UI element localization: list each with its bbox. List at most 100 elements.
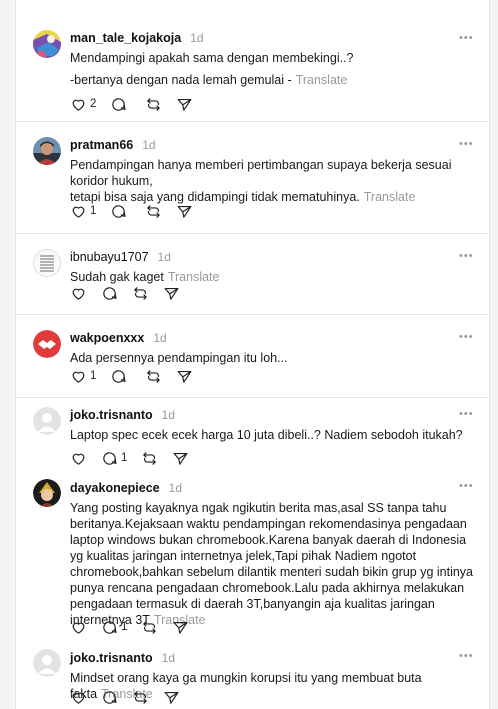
username[interactable]: dayakonepiece — [70, 481, 160, 495]
comment-icon — [112, 369, 126, 383]
repost-icon — [143, 620, 157, 634]
reply-feed: man_tale_kojakoja 1d Mendampingi apakah … — [15, 0, 490, 709]
send-icon — [177, 98, 192, 111]
like-button[interactable]: 1 — [70, 368, 96, 385]
post-time: 1d — [161, 408, 176, 422]
share-button[interactable] — [172, 619, 189, 636]
send-icon — [177, 205, 192, 218]
reply-post: dayakonepiece 1d Yang posting kayaknya n… — [16, 473, 489, 644]
like-button[interactable] — [70, 285, 87, 302]
repost-icon — [147, 369, 161, 383]
person-photo-avatar[interactable] — [33, 137, 61, 165]
send-icon — [164, 691, 179, 704]
post-line: Mendampingi apakah sama dengan membeking… — [70, 51, 354, 65]
repost-button[interactable] — [141, 450, 158, 467]
username[interactable]: ibnubayu1707 — [70, 250, 149, 264]
reply-button[interactable] — [101, 285, 118, 302]
share-button[interactable] — [172, 450, 189, 467]
heart-icon — [72, 692, 85, 704]
heart-icon — [72, 288, 85, 300]
more-options-icon[interactable]: ••• — [459, 649, 473, 663]
default-user-avatar[interactable] — [33, 649, 61, 677]
post-line: Ada persennya pendampingan itu loh... — [70, 351, 288, 365]
repost-button[interactable] — [132, 285, 149, 302]
like-button[interactable] — [70, 689, 87, 706]
repost-button[interactable] — [145, 368, 162, 385]
post-line: Yang posting kayaknya ngak ngikutin beri… — [70, 501, 474, 627]
translate-link[interactable]: Translate — [296, 73, 348, 87]
share-button[interactable] — [176, 368, 193, 385]
share-button[interactable] — [163, 285, 180, 302]
comment-icon — [112, 204, 126, 218]
reply-button[interactable] — [110, 203, 127, 220]
repost-icon — [134, 286, 147, 300]
handshake-logo-avatar[interactable] — [33, 330, 61, 358]
repost-button[interactable] — [145, 203, 162, 220]
like-count: 1 — [90, 205, 97, 217]
post-text: Pendampingan hanya memberi pertimbangan … — [70, 157, 473, 205]
translate-link[interactable]: Translate — [364, 190, 416, 204]
reply-button[interactable]: 1 — [101, 450, 127, 467]
post-time: 1d — [157, 250, 171, 264]
like-button[interactable] — [70, 450, 87, 467]
like-button[interactable]: 1 — [70, 203, 96, 220]
heart-icon — [72, 371, 85, 383]
reply-post: man_tale_kojakoja 1d Mendampingi apakah … — [16, 0, 489, 122]
share-button[interactable] — [176, 203, 193, 220]
anime-character-avatar[interactable] — [33, 479, 61, 507]
send-icon — [173, 452, 188, 465]
post-line: Sudah gak kaget — [70, 270, 164, 284]
like-count: 2 — [90, 98, 97, 110]
post-time: 1d — [161, 651, 176, 665]
reply-button[interactable] — [101, 689, 118, 706]
send-icon — [177, 370, 192, 383]
post-line: -bertanya dengan nada lemah gemulai - — [70, 73, 292, 87]
repost-button[interactable] — [141, 619, 158, 636]
striped-pattern-avatar[interactable] — [33, 249, 61, 277]
comment-icon — [103, 620, 117, 634]
post-text: Ada persennya pendampingan itu loh... — [70, 350, 473, 366]
post-text: Sudah gak kaget Translate — [70, 269, 473, 285]
post-time: 1d — [142, 138, 156, 152]
like-button[interactable]: 2 — [70, 96, 96, 113]
reply-count: 1 — [121, 452, 128, 464]
repost-button[interactable] — [132, 689, 149, 706]
reply-button[interactable]: 1 — [101, 619, 127, 636]
colorful-painting-avatar[interactable] — [33, 30, 61, 58]
repost-icon — [147, 204, 161, 218]
post-time: 1d — [153, 331, 167, 345]
reply-post: joko.trisnanto 1d Mindset orang kaya ga … — [16, 644, 489, 709]
heart-icon — [72, 99, 85, 111]
post-time: 1d — [190, 31, 204, 45]
like-button[interactable] — [70, 619, 87, 636]
more-options-icon[interactable]: ••• — [459, 407, 473, 421]
reply-post: wakpoenxxx 1d Ada persennya pendampingan… — [16, 315, 489, 398]
translate-link[interactable]: Translate — [168, 270, 220, 284]
share-button[interactable] — [163, 689, 180, 706]
more-options-icon[interactable]: ••• — [459, 479, 473, 493]
reply-post: ibnubayu1707 1d Sudah gak kaget Translate… — [16, 234, 489, 315]
more-options-icon[interactable]: ••• — [459, 330, 473, 344]
share-button[interactable] — [176, 96, 193, 113]
more-options-icon[interactable]: ••• — [459, 137, 473, 151]
username[interactable]: joko.trisnanto — [70, 651, 153, 665]
username[interactable]: pratman66 — [70, 138, 133, 152]
more-options-icon[interactable]: ••• — [459, 249, 473, 263]
heart-icon — [72, 206, 85, 218]
post-text: Laptop spec ecek ecek harga 10 juta dibe… — [70, 427, 473, 443]
reply-button[interactable] — [110, 96, 127, 113]
reply-post: joko.trisnanto 1d Laptop spec ecek ecek … — [16, 398, 489, 473]
post-time: 1d — [168, 481, 182, 495]
comment-icon — [103, 451, 117, 465]
default-user-avatar[interactable] — [33, 407, 61, 435]
heart-icon — [72, 622, 85, 634]
repost-icon — [147, 97, 161, 111]
username[interactable]: man_tale_kojakoja — [70, 31, 181, 45]
more-options-icon[interactable]: ••• — [459, 31, 473, 45]
username[interactable]: joko.trisnanto — [70, 408, 153, 422]
username[interactable]: wakpoenxxx — [70, 331, 144, 345]
repost-icon — [134, 690, 147, 704]
like-count: 1 — [90, 370, 97, 382]
reply-button[interactable] — [110, 368, 127, 385]
repost-button[interactable] — [145, 96, 162, 113]
